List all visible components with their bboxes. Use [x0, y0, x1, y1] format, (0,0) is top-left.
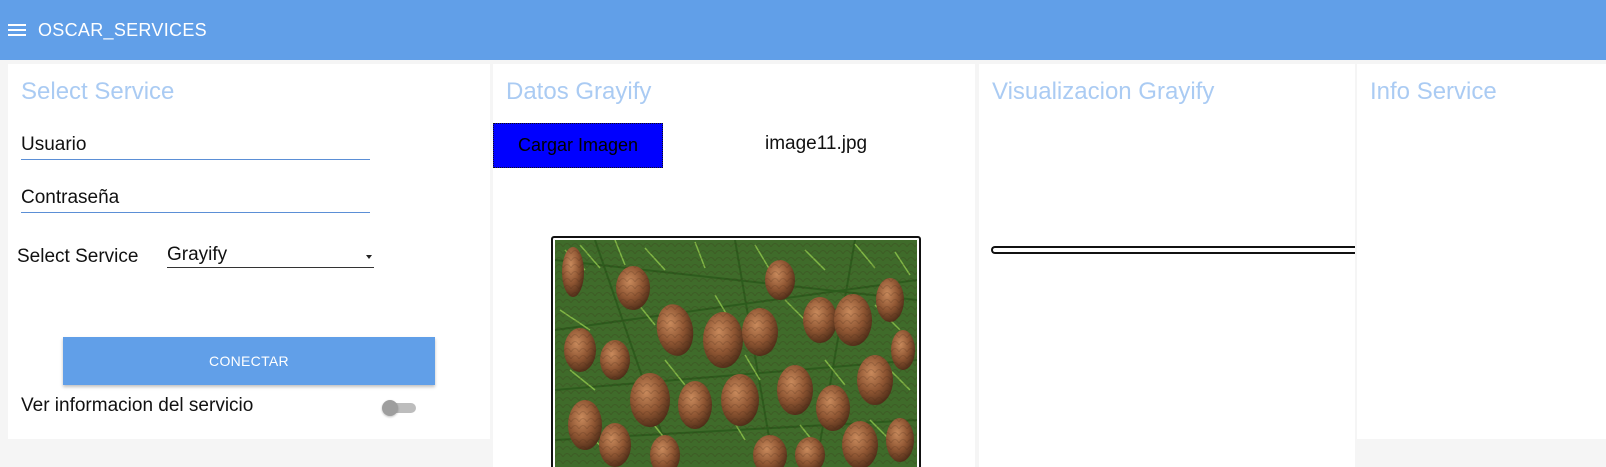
info-panel: Info Service — [1357, 64, 1606, 439]
service-select[interactable]: Grayify — [167, 244, 374, 268]
pine-cones-image — [554, 239, 918, 467]
dropdown-arrow-icon — [366, 255, 372, 259]
panel-title: Visualizacion Grayify — [992, 78, 1215, 105]
visualization-panel: Visualizacion Grayify — [979, 64, 1355, 467]
app-header: OSCAR_SERVICES — [0, 0, 1606, 60]
visualization-output — [991, 246, 1355, 254]
toggle-knob — [382, 400, 398, 416]
service-select-value: Grayify — [167, 244, 228, 265]
image-preview — [551, 236, 921, 467]
username-field[interactable]: Usuario — [21, 134, 370, 160]
select-service-panel: Select Service Usuario Contraseña Select… — [8, 64, 490, 439]
data-panel: Datos Grayify Cargar Imagen image11.jpg — [493, 64, 975, 467]
app-title: OSCAR_SERVICES — [38, 19, 207, 40]
panel-title: Select Service — [21, 78, 175, 105]
show-info-label: Ver informacion del servicio — [21, 395, 254, 416]
load-image-button[interactable]: Cargar Imagen — [493, 123, 663, 168]
connect-button[interactable]: CONECTAR — [63, 337, 435, 385]
service-select-label: Select Service — [17, 246, 139, 267]
panel-title: Datos Grayify — [506, 78, 652, 105]
file-name: image11.jpg — [765, 133, 868, 154]
show-info-toggle[interactable] — [382, 400, 417, 416]
panel-title: Info Service — [1370, 78, 1497, 105]
password-field[interactable]: Contraseña — [21, 187, 370, 213]
hamburger-menu-icon[interactable] — [8, 23, 26, 37]
